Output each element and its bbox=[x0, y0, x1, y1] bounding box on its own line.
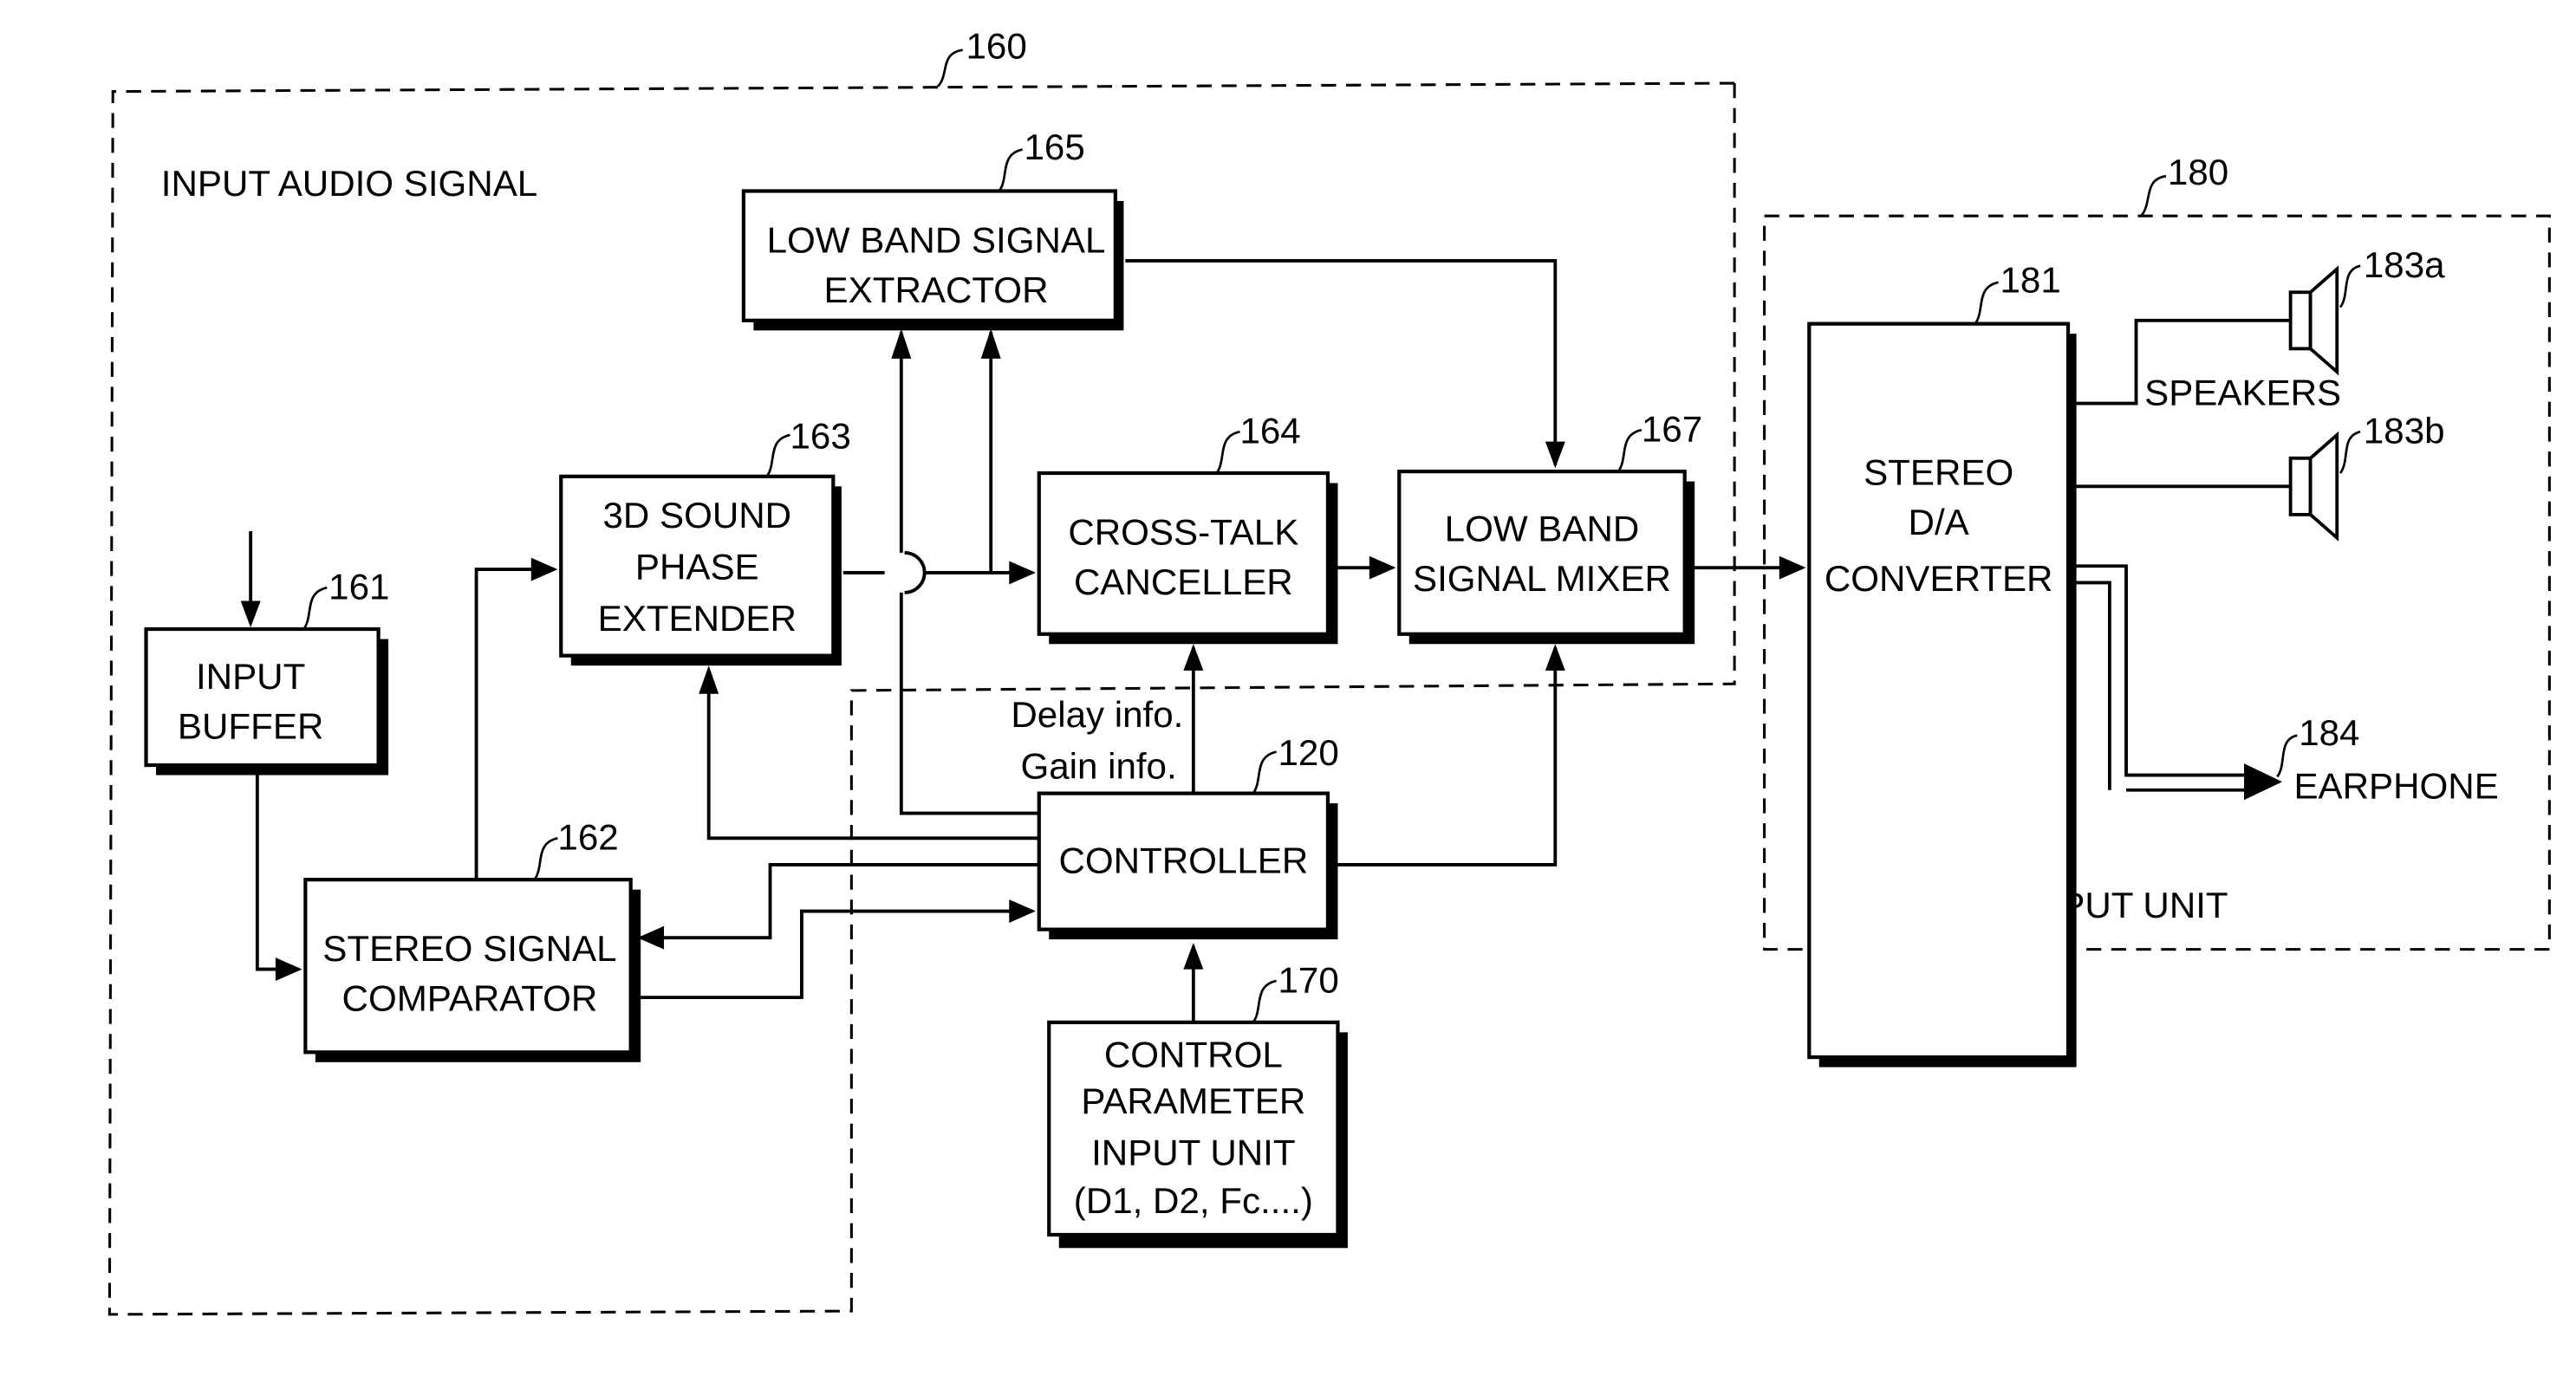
block-165-line-2: EXTRACTOR bbox=[824, 269, 1049, 310]
wire-161-to-162 bbox=[255, 775, 299, 971]
block-161-input-buffer: INPUT BUFFER bbox=[144, 626, 389, 776]
block-163-line-2: PHASE bbox=[635, 547, 759, 587]
block-162-ref: 162 bbox=[557, 817, 618, 858]
block-170-ref: 170 bbox=[1278, 959, 1339, 1000]
block-167-leader bbox=[1617, 428, 1643, 472]
block-120-leader bbox=[1252, 750, 1277, 795]
earphone-184-ref: 184 bbox=[2299, 712, 2359, 753]
arrowhead bbox=[1183, 942, 1204, 970]
block-162-leader bbox=[533, 836, 558, 880]
block-163-leader bbox=[765, 433, 790, 477]
block-170-leader bbox=[1252, 979, 1277, 1023]
earphone-label: EARPHONE bbox=[2293, 765, 2498, 806]
arrowhead bbox=[891, 328, 912, 359]
arrowhead bbox=[980, 328, 1001, 359]
arrowhead bbox=[1369, 555, 1396, 580]
block-163-line-3: EXTENDER bbox=[598, 598, 797, 639]
block-181-line-3: CONVERTER bbox=[1825, 558, 2053, 599]
block-164-leader bbox=[1215, 430, 1240, 474]
arrowhead bbox=[240, 600, 261, 628]
block-170-line-3: INPUT UNIT bbox=[1091, 1133, 1296, 1173]
speaker-183b-icon bbox=[2288, 431, 2339, 542]
block-181-ref: 181 bbox=[2000, 259, 2061, 300]
block-170-line-4: (D1, D2, Fc....) bbox=[1074, 1180, 1313, 1221]
arrowhead bbox=[275, 957, 302, 981]
speaker-183a-leader bbox=[2339, 264, 2361, 308]
gain-info-label: Gain info. bbox=[1020, 745, 1176, 786]
wire-162-to-120 bbox=[641, 909, 1033, 1000]
block-diagram: 160 INPUT AUDIO SIGNAL 180 OUTPUT UNIT L… bbox=[107, 25, 2551, 1316]
block-163-3d-sound-phase-extender: 3D SOUND PHASE EXTENDER bbox=[559, 474, 842, 666]
group-180-leader bbox=[2140, 174, 2167, 217]
arrowhead bbox=[1009, 899, 1036, 923]
group-160-ref: 160 bbox=[966, 25, 1027, 66]
block-120-ref: 120 bbox=[1278, 732, 1339, 773]
block-167-line-2: SIGNAL MIXER bbox=[1413, 558, 1671, 599]
wire-165-to-167 bbox=[1125, 258, 1558, 465]
block-167-line-1: LOW BAND bbox=[1445, 509, 1640, 549]
block-163-ref: 163 bbox=[790, 415, 851, 456]
block-165-leader bbox=[998, 148, 1023, 192]
block-162-line-1: STEREO SIGNAL bbox=[322, 928, 616, 969]
block-170-line-1: CONTROL bbox=[1104, 1035, 1283, 1075]
block-181-stereo-da-converter: STEREO D/A CONVERTER bbox=[1807, 321, 2077, 1068]
block-167-low-band-signal-mixer: LOW BAND SIGNAL MIXER bbox=[1397, 469, 1695, 645]
arrowhead bbox=[1545, 644, 1565, 671]
block-161-ref: 161 bbox=[329, 567, 389, 607]
arrowhead bbox=[530, 557, 558, 581]
block-167-ref: 167 bbox=[1642, 409, 1702, 450]
block-161-line-1: INPUT bbox=[196, 656, 305, 697]
group-160-leader bbox=[936, 49, 963, 88]
delay-info-label: Delay info. bbox=[1011, 694, 1183, 735]
wire-181-to-earphone bbox=[2076, 564, 2258, 792]
arrowhead bbox=[699, 665, 719, 694]
arrowhead bbox=[637, 925, 664, 950]
block-162-line-2: COMPARATOR bbox=[342, 977, 598, 1018]
block-161-line-2: BUFFER bbox=[178, 705, 323, 746]
arrowhead bbox=[2244, 763, 2283, 801]
block-120-line-1: CONTROLLER bbox=[1058, 841, 1308, 881]
block-165-ref: 165 bbox=[1025, 127, 1085, 167]
block-161-leader bbox=[302, 586, 328, 630]
speaker-183b-leader bbox=[2339, 430, 2361, 474]
block-162-stereo-signal-comparator: STEREO SIGNAL COMPARATOR bbox=[303, 878, 641, 1062]
block-120-controller: CONTROLLER bbox=[1037, 791, 1338, 940]
group-160-title: INPUT AUDIO SIGNAL bbox=[161, 163, 537, 204]
wire-162-to-163 bbox=[474, 568, 555, 880]
wire-120-to-167 bbox=[1337, 647, 1558, 866]
wire-hop bbox=[904, 551, 927, 594]
arrowhead bbox=[1009, 561, 1036, 585]
block-164-line-2: CANCELLER bbox=[1074, 561, 1293, 602]
arrowhead bbox=[1545, 441, 1565, 469]
block-165-low-band-signal-extractor: LOW BAND SIGNAL EXTRACTOR bbox=[741, 189, 1124, 331]
block-164-line-1: CROSS-TALK bbox=[1068, 511, 1298, 552]
wire-120-to-162 bbox=[641, 863, 1039, 940]
block-164-ref: 164 bbox=[1239, 411, 1300, 451]
speaker-183a-ref: 183a bbox=[2364, 244, 2445, 285]
block-181-leader bbox=[1974, 281, 1999, 325]
group-180-ref: 180 bbox=[2168, 152, 2228, 192]
block-164-cross-talk-canceller: CROSS-TALK CANCELLER bbox=[1037, 471, 1338, 645]
block-181-line-1: STEREO bbox=[1864, 451, 2013, 492]
speakers-label: SPEAKERS bbox=[2144, 373, 2341, 413]
arrowhead bbox=[1779, 555, 1806, 580]
block-170-line-2: PARAMETER bbox=[1081, 1081, 1305, 1121]
arrowhead bbox=[1183, 644, 1204, 671]
block-170-control-parameter-input-unit: CONTROL PARAMETER INPUT UNIT (D1, D2, Fc… bbox=[1047, 1020, 1348, 1249]
speaker-183b-ref: 183b bbox=[2364, 411, 2445, 451]
speaker-183a-icon bbox=[2288, 265, 2339, 376]
block-181-line-2: D/A bbox=[1909, 502, 1969, 542]
block-163-line-1: 3D SOUND bbox=[602, 495, 791, 535]
block-165-line-1: LOW BAND SIGNAL bbox=[767, 219, 1106, 260]
